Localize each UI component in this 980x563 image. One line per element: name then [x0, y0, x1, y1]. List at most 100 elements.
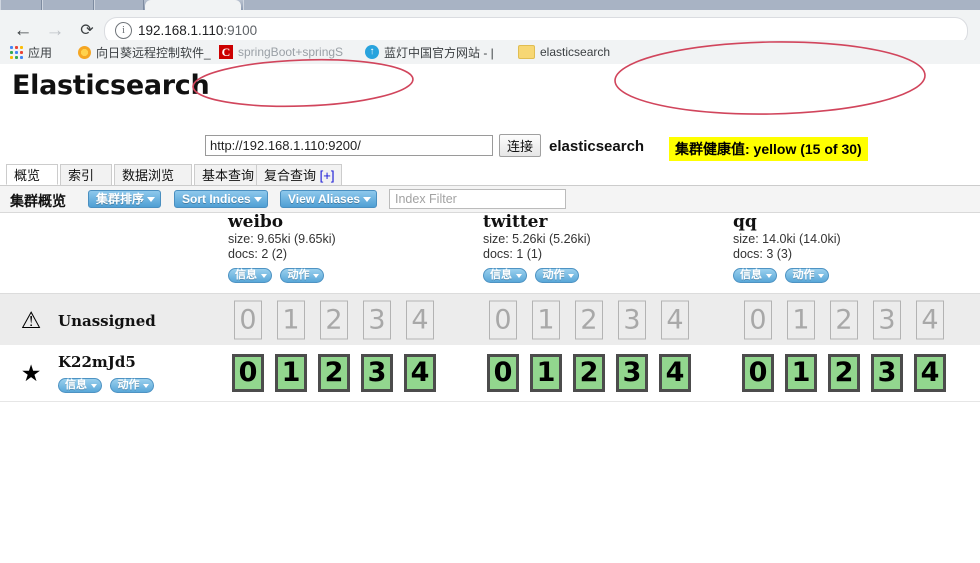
chevron-down-icon: [363, 197, 372, 202]
browser-tab-strip[interactable]: [0, 0, 980, 10]
back-icon[interactable]: ←: [12, 20, 34, 42]
shard-box: 3: [363, 300, 391, 340]
shard-group-qq-unassigned: 0 1 2 3 4: [744, 294, 974, 346]
node-info-button[interactable]: 信息: [58, 378, 102, 393]
shard-box[interactable]: 4: [914, 354, 946, 392]
bookmark-sunlogin[interactable]: 向日葵远程控制软件_: [78, 43, 211, 61]
shard-box[interactable]: 0: [742, 354, 774, 392]
shard-box[interactable]: 0: [232, 354, 264, 392]
index-actions: 信息 动作: [483, 265, 713, 283]
shard-box: 1: [277, 300, 305, 340]
shard-group-twitter-node: 0 1 2 3 4: [487, 345, 717, 401]
index-docs: docs: 3 (3): [733, 247, 793, 261]
shard-box: 0: [489, 300, 517, 340]
url-host: 192.168.1.110: [138, 23, 224, 38]
button-label: 信息: [65, 379, 87, 391]
index-docs: docs: 1 (1): [483, 247, 543, 261]
index-info-button[interactable]: 信息: [228, 268, 272, 283]
tab-label: 复合查询: [264, 168, 320, 183]
browser-toolbar: ← → ⟳ i 192.168.1.110:9100: [0, 10, 980, 45]
index-filter-input[interactable]: [389, 189, 566, 209]
index-actions: 信息 动作: [733, 265, 963, 283]
tab-ghost[interactable]: [94, 0, 144, 10]
es-head-header: Elasticsearch: [0, 64, 980, 105]
shard-box[interactable]: 4: [404, 354, 436, 392]
tab-ghost[interactable]: [243, 0, 980, 10]
shard-box[interactable]: 3: [616, 354, 648, 392]
bookmark-label: 蓝灯中国官方网站 - |: [384, 45, 494, 60]
shard-box[interactable]: 4: [659, 354, 691, 392]
shard-box: 4: [406, 300, 434, 340]
shard-box[interactable]: 2: [318, 354, 350, 392]
cluster-row-unassigned: ⚠ Unassigned 0 1 2 3 4 0 1 2 3 4 0 1 2 3…: [0, 293, 980, 347]
index-action-button[interactable]: 动作: [535, 268, 580, 283]
shard-box[interactable]: 1: [275, 354, 307, 392]
forward-icon[interactable]: →: [44, 20, 66, 42]
sort-cluster-button[interactable]: 集群排序: [88, 190, 162, 208]
tab-ghost[interactable]: [0, 0, 42, 10]
view-aliases-button[interactable]: View Aliases: [280, 190, 378, 208]
tab-data-browse[interactable]: 数据浏览: [114, 164, 192, 185]
chevron-down-icon: [147, 197, 156, 202]
bookmark-label: 向日葵远程控制软件_: [96, 45, 211, 60]
node-action-button[interactable]: 动作: [110, 378, 155, 393]
sunflower-icon: [78, 45, 91, 59]
tab-ghost[interactable]: [42, 0, 94, 10]
index-action-button[interactable]: 动作: [280, 268, 325, 283]
shard-box[interactable]: 2: [573, 354, 605, 392]
index-header-weibo: weibo size: 9.65ki (9.65ki) docs: 2 (2) …: [228, 212, 458, 283]
shard-box[interactable]: 2: [828, 354, 860, 392]
tab-composite-query[interactable]: 复合查询 [+]: [256, 164, 342, 185]
chevron-down-icon: [253, 197, 262, 202]
site-info-icon[interactable]: i: [115, 22, 132, 39]
bookmark-lantern[interactable]: ↑ 蓝灯中国官方网站 - |: [365, 43, 494, 61]
address-bar-url: 192.168.1.110:9100: [138, 22, 257, 40]
active-browser-tab[interactable]: [145, 0, 241, 10]
connect-button[interactable]: 连接: [499, 134, 541, 157]
row-title: Unassigned: [58, 312, 156, 330]
shard-box[interactable]: 1: [530, 354, 562, 392]
shard-box[interactable]: 3: [361, 354, 393, 392]
bookmark-springboot[interactable]: C springBoot+springS: [219, 43, 343, 61]
index-name: qq: [733, 212, 757, 232]
c-logo-icon: C: [219, 45, 233, 59]
tab-plus-badge: [+]: [319, 168, 335, 183]
star-icon: ★: [20, 360, 42, 386]
cluster-toolbar: 集群概览 集群排序 Sort Indices View Aliases: [0, 186, 980, 213]
shard-box: 1: [787, 300, 815, 340]
chevron-down-icon: [568, 274, 575, 278]
button-label: Sort Indices: [182, 192, 251, 206]
shard-group-weibo-node: 0 1 2 3 4: [232, 345, 462, 401]
shard-box: 3: [618, 300, 646, 340]
node-name: K22mJd5: [58, 353, 136, 371]
index-info-button[interactable]: 信息: [733, 268, 777, 283]
shard-box: 2: [830, 300, 858, 340]
index-info-button[interactable]: 信息: [483, 268, 527, 283]
tab-label: 基本查询: [202, 168, 258, 183]
bookmark-folder-elasticsearch[interactable]: elasticsearch: [518, 43, 610, 61]
cluster-url-input[interactable]: [205, 135, 493, 156]
es-tab-bar: 概览 索引 数据浏览 基本查询 [+] 复合查询 [+]: [0, 164, 980, 186]
shard-box[interactable]: 0: [487, 354, 519, 392]
index-size: size: 9.65ki (9.65ki): [228, 232, 336, 246]
sort-indices-button[interactable]: Sort Indices: [174, 190, 268, 208]
index-header-qq: qq size: 14.0ki (14.0ki) docs: 3 (3) 信息 …: [733, 212, 963, 283]
tab-label: 数据浏览: [122, 168, 175, 183]
cluster-row-node: ★ K22mJd5 信息 动作 0 1 2 3 4 0 1 2 3 4 0 1 …: [0, 345, 980, 402]
chevron-down-icon: [766, 274, 772, 278]
shard-group-weibo-unassigned: 0 1 2 3 4: [234, 294, 464, 346]
reload-icon[interactable]: ⟳: [76, 20, 98, 42]
folder-icon: [518, 45, 535, 59]
tab-overview[interactable]: 概览: [6, 164, 58, 185]
shard-box[interactable]: 3: [871, 354, 903, 392]
index-docs: docs: 2 (2): [228, 247, 288, 261]
apps-grid-icon: [10, 45, 23, 59]
shard-box[interactable]: 1: [785, 354, 817, 392]
bookmark-apps[interactable]: 应用: [10, 43, 52, 61]
tab-indices[interactable]: 索引: [60, 164, 112, 185]
chevron-down-icon: [261, 274, 267, 278]
index-action-button[interactable]: 动作: [785, 268, 830, 283]
index-size: size: 14.0ki (14.0ki): [733, 232, 841, 246]
index-header-twitter: twitter size: 5.26ki (5.26ki) docs: 1 (1…: [483, 212, 713, 283]
page-title: Elasticsearch: [12, 70, 210, 101]
